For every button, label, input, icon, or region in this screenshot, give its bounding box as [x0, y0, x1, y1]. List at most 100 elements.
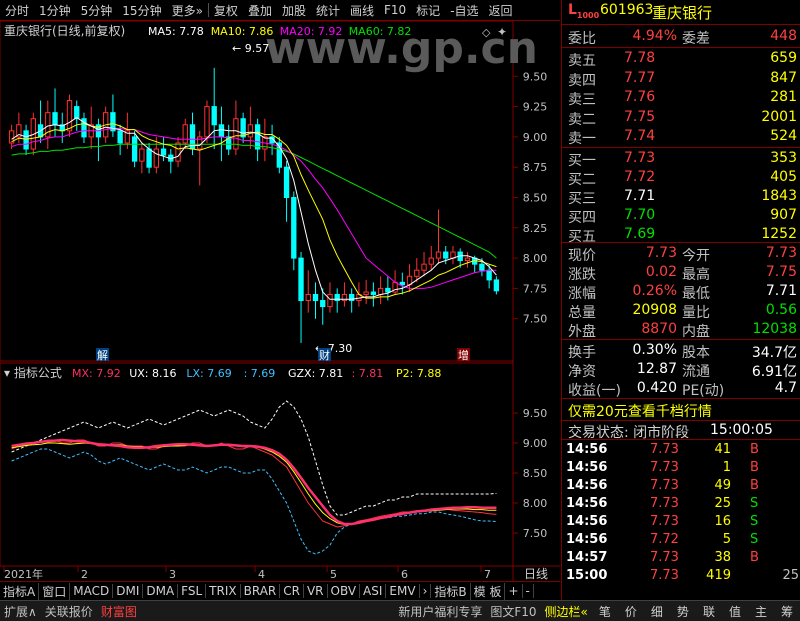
kline-chart[interactable]: 重庆银行(日线,前复权) MA5: 7.78 MA10: 7.86 MA20: 7.… [0, 21, 560, 581]
stat-value-2: 12038 [752, 321, 797, 337]
tab-1[interactable]: 窗口 [39, 582, 71, 600]
ind-label-1: 9.00 [523, 437, 548, 450]
toolbar-11[interactable]: 标记 [411, 2, 445, 19]
stock-name: 重庆银行 [652, 4, 713, 22]
candle-body-15 [117, 130, 123, 144]
tab-7[interactable]: BRAR [241, 584, 281, 598]
ma-legend-0: MA5: 7.78 [148, 25, 204, 38]
promo-row[interactable]: 仅需20元查看千档行情 [562, 400, 800, 420]
toolbar-3[interactable]: 15分钟 [117, 2, 166, 19]
candle-body-27 [204, 106, 210, 138]
tab-10[interactable]: OBV [328, 584, 361, 598]
bottom-tab-0[interactable]: 笔 [592, 603, 618, 620]
sell-label: 卖一 [568, 131, 596, 147]
sell-price: 7.74 [624, 128, 656, 144]
bottom-mid-2[interactable]: 侧边栏« [541, 603, 592, 620]
candle-body-54 [399, 281, 405, 286]
price-label-8: 7.50 [523, 313, 548, 326]
tab-14[interactable]: 指标B [431, 582, 471, 600]
bottom-tab-1[interactable]: 价 [618, 603, 644, 620]
tab-13[interactable]: › [420, 584, 432, 598]
buy-label: 买四 [568, 210, 596, 226]
candle-body-9 [74, 106, 80, 120]
candle-body-38 [283, 166, 290, 198]
bottom-mid-1[interactable]: 图文F10 [486, 603, 540, 620]
toolbar-10[interactable]: F10 [379, 3, 411, 17]
tab-0[interactable]: 指标A [0, 582, 40, 600]
tab-4[interactable]: DMA [143, 584, 179, 598]
toolbar-7[interactable]: 加股 [277, 2, 311, 19]
weibi-row: 委比 4.94% 委差 448 [568, 28, 797, 47]
toolbar-2[interactable]: 5分钟 [76, 2, 118, 19]
toolbar-5[interactable]: 复权 [209, 2, 243, 19]
toolbar-0[interactable]: 分时 [0, 2, 34, 19]
tag-cai[interactable]: 财 [319, 348, 330, 362]
stat-value-2: 7.71 [765, 283, 797, 299]
bottom-left-2[interactable]: 财富图 [97, 603, 141, 620]
bottom-mid-0[interactable]: 新用户福利专享 [394, 603, 486, 620]
sell-vol: 524 [770, 128, 797, 144]
tab-3[interactable]: DMI [113, 584, 144, 598]
tag-zeng[interactable]: 增 [458, 348, 469, 362]
quote-header: L1000 601963 重庆银行 [562, 1, 800, 22]
bottom-tab-7[interactable]: 筹 [774, 603, 800, 620]
stat2-value: 0.30% [632, 342, 677, 358]
buy-vol: 1843 [761, 188, 797, 204]
stat2-label: 收益(一) [568, 383, 621, 399]
tag-jie[interactable]: 解 [97, 348, 108, 362]
tab-5[interactable]: FSL [178, 584, 207, 598]
period-label[interactable]: 日线 [524, 567, 548, 581]
toolbar-6[interactable]: 叠加 [243, 2, 277, 19]
bottom-tab-3[interactable]: 势 [670, 603, 696, 620]
candle-body-28 [211, 106, 217, 126]
buy-row-1: 买二 7.72 405 [562, 168, 800, 188]
buy-label: 买五 [568, 229, 596, 245]
bottom-tab-2[interactable]: 细 [644, 603, 670, 620]
ind-legend-0: MX: 7.92 [72, 367, 121, 380]
buy-price: 7.71 [624, 188, 656, 204]
tick-dir: S [750, 532, 759, 547]
bottom-left-1[interactable]: 关联报价 [41, 603, 97, 620]
buy-vol: 907 [770, 207, 797, 223]
toolbar-8[interactable]: 统计 [311, 2, 345, 19]
toolbar-4[interactable]: 更多» [167, 2, 208, 19]
candle-body-2 [23, 130, 29, 150]
bottom-tab-5[interactable]: 值 [722, 603, 748, 620]
sell-price: 7.77 [624, 69, 656, 86]
ind-label-0: 9.50 [523, 407, 548, 420]
candle-body-52 [385, 287, 391, 293]
toolbar-1[interactable]: 1分钟 [34, 2, 76, 19]
tab-16[interactable]: + [505, 584, 523, 598]
tab-8[interactable]: CR [280, 584, 304, 598]
candle-body-18 [139, 148, 145, 162]
tick-price: 7.73 [650, 568, 679, 583]
toolbar-12[interactable]: -自选 [445, 2, 483, 19]
candle-body-43 [320, 300, 326, 308]
tab-11[interactable]: ASI [360, 584, 387, 598]
stat-label-2: 最低 [682, 286, 710, 302]
tab-2[interactable]: MACD [70, 584, 114, 598]
tab-17[interactable]: - [523, 584, 534, 598]
toolbar-13[interactable]: 返回 [484, 2, 518, 19]
tick-time: 15:00 [566, 568, 608, 583]
candle-body-58 [428, 257, 434, 265]
tab-15[interactable]: 模 板 [471, 582, 506, 600]
date-label-2: 3 [169, 568, 176, 581]
candle-body-60 [443, 251, 449, 259]
tick-price: 7.72 [650, 532, 679, 547]
tab-6[interactable]: TRIX [206, 584, 241, 598]
bottom-tab-4[interactable]: 联 [696, 603, 722, 620]
candle-body-49 [363, 291, 369, 295]
candle-body-21 [160, 148, 167, 156]
tab-9[interactable]: VR [304, 584, 328, 598]
sell-vol: 659 [770, 50, 797, 66]
bottom-left-0[interactable]: 扩展∧ [0, 603, 41, 620]
price-label-3: 8.75 [523, 161, 548, 174]
ind-legend-2: LX: 7.69 [186, 367, 231, 380]
candle-body-67 [493, 279, 500, 292]
toolbar-9[interactable]: 画线 [345, 2, 379, 19]
tab-12[interactable]: EMV [386, 584, 420, 598]
candle-body-56 [414, 269, 420, 277]
bottom-tab-6[interactable]: 主 [748, 603, 774, 620]
tick-price: 7.73 [650, 550, 679, 565]
